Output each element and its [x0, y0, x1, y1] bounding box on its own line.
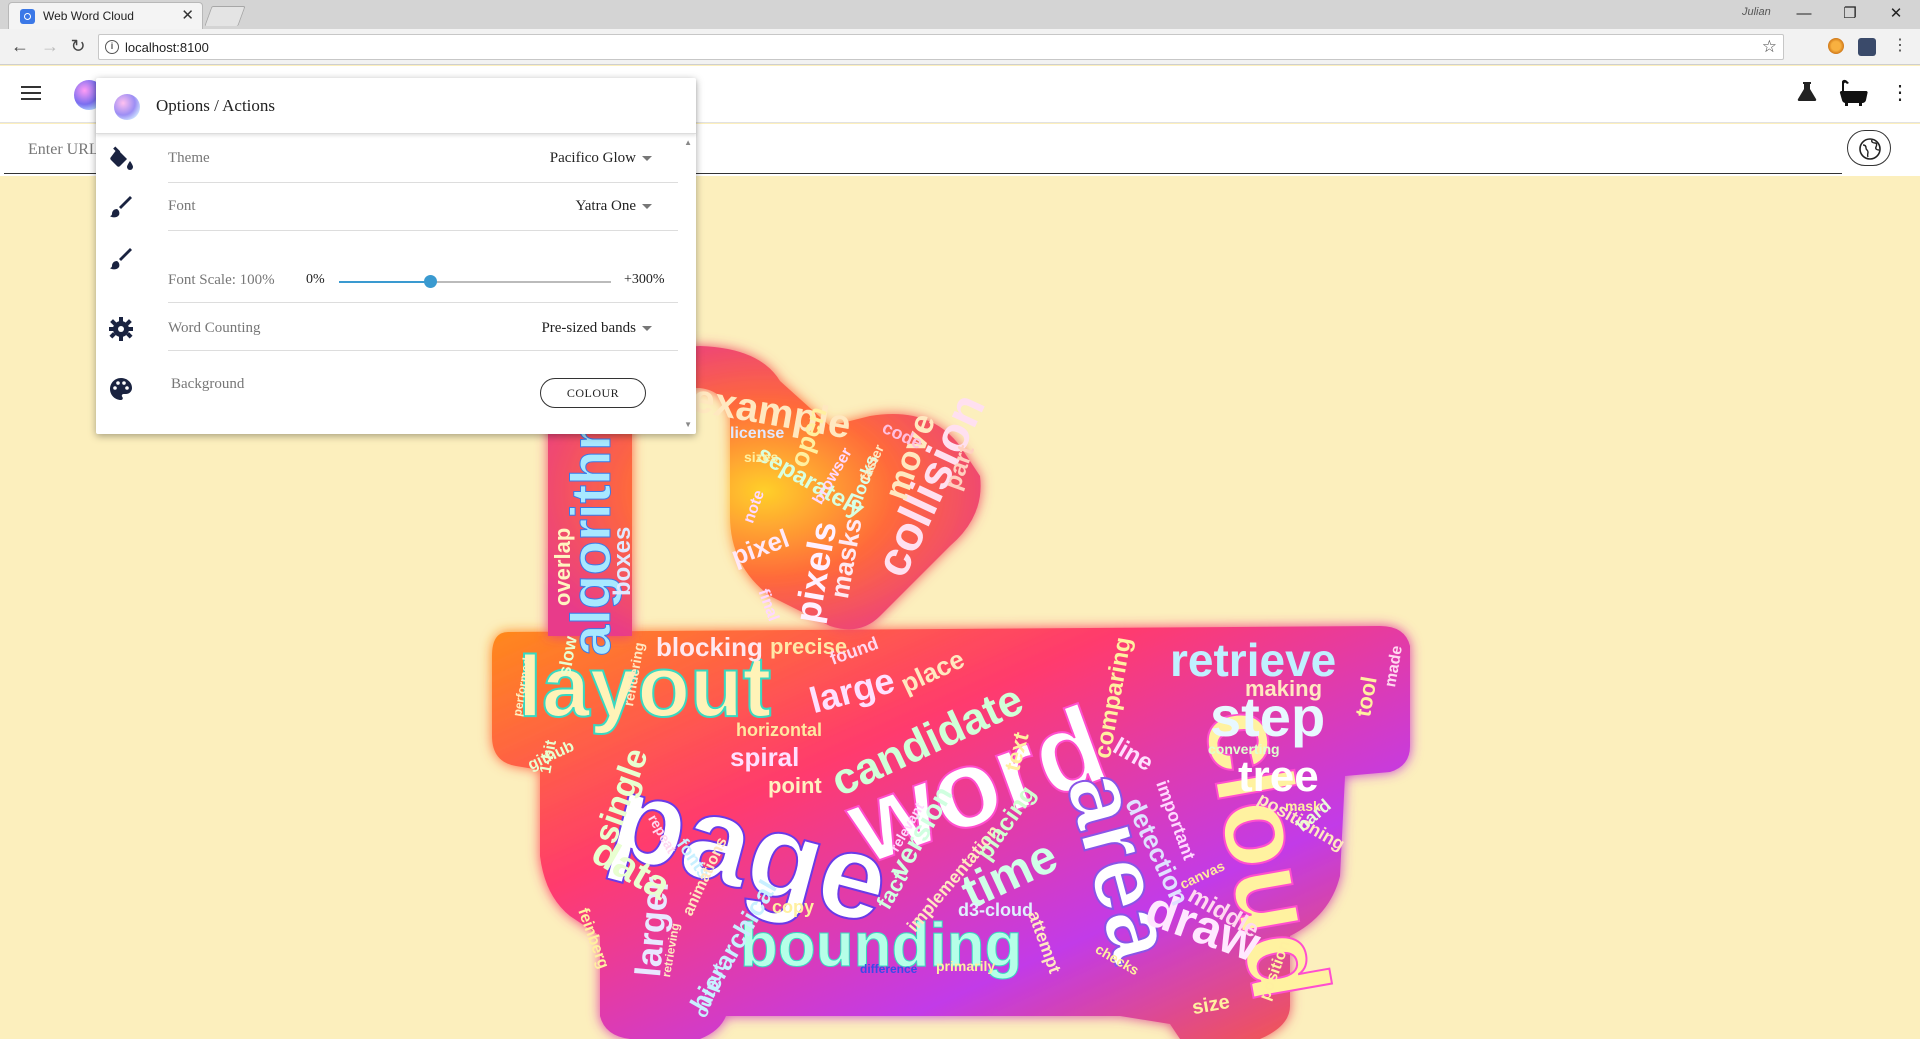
options-panel-title: Options / Actions	[156, 96, 276, 115]
panel-logo	[114, 94, 140, 120]
browser-toolbar: ← → ↻ i localhost:8100 ☆ ⋮	[0, 29, 1920, 65]
paint-bucket-icon	[108, 146, 134, 172]
font-scale-min-label: 0%	[306, 272, 325, 287]
word-counting-label: Word Counting	[168, 320, 261, 336]
brush-icon	[108, 246, 134, 272]
font-scale-slider-knob[interactable]	[423, 275, 437, 288]
extension-icon[interactable]	[1858, 38, 1876, 56]
cloud-word-blocking: blocking	[656, 632, 763, 662]
theme-select[interactable]: Pacifico Glow	[550, 150, 652, 167]
cloud-word-sizes: sizes	[744, 449, 778, 465]
word-counting-select[interactable]: Pre-sized bands	[541, 320, 652, 337]
cloud-word-license: license	[730, 425, 784, 442]
colour-button[interactable]: COLOUR	[540, 378, 646, 408]
background-label: Background	[171, 376, 245, 392]
browser-menu-icon[interactable]: ⋮	[1888, 34, 1912, 58]
palette-icon	[108, 376, 134, 402]
reload-button[interactable]: ↻	[66, 34, 90, 58]
hamburger-menu-icon[interactable]	[21, 86, 41, 102]
cloud-word-horizontal: horizontal	[736, 720, 822, 740]
options-panel-header: Options / Actions	[96, 78, 696, 134]
cloud-word-converting: converting	[1208, 741, 1280, 757]
font-select[interactable]: Yatra One	[575, 198, 652, 215]
new-tab-button[interactable]	[204, 6, 246, 26]
gear-icon	[108, 316, 134, 342]
restore-button[interactable]: ❐	[1830, 2, 1870, 26]
tab-favicon-icon	[20, 9, 35, 24]
tab-close-icon[interactable]: ✕	[181, 6, 194, 24]
divider	[168, 230, 678, 231]
cookie-extension-icon[interactable]	[1828, 38, 1844, 54]
font-scale-label: Font Scale: 100%	[168, 272, 275, 288]
flask-icon[interactable]	[1796, 80, 1818, 108]
address-bar[interactable]: i localhost:8100 ☆	[98, 34, 1784, 60]
divider	[168, 302, 678, 303]
cloud-word-spiral: spiral	[730, 742, 799, 772]
address-url[interactable]: localhost:8100	[125, 40, 209, 55]
font-scale-slider[interactable]	[339, 275, 611, 288]
cloud-word-point: point	[768, 773, 822, 798]
forward-button[interactable]: →	[38, 34, 62, 58]
font-scale-slider-fill	[339, 281, 430, 283]
more-vert-icon[interactable]: ⋮	[1890, 80, 1910, 105]
brush-icon	[108, 194, 134, 220]
theme-label: Theme	[168, 150, 210, 166]
cloud-word-d3-cloud: d3-cloud	[958, 900, 1033, 920]
options-panel: Options / Actions ▲ ▼ Theme Pacifico Glo…	[96, 78, 696, 434]
word-counting-row[interactable]: Word Counting Pre-sized bands	[96, 304, 676, 352]
theme-row[interactable]: Theme Pacifico Glow	[96, 134, 676, 184]
panel-scroll-down-icon[interactable]: ▼	[684, 420, 692, 429]
site-info-icon[interactable]: i	[105, 40, 119, 54]
font-scale-row: Font Scale: 100% 0% +300%	[96, 234, 676, 298]
minimize-button[interactable]: —	[1784, 2, 1824, 26]
font-label: Font	[168, 198, 196, 214]
panel-scroll-up-icon[interactable]: ▲	[684, 138, 692, 147]
cloud-word-making: making	[1245, 676, 1322, 701]
tab-title: Web Word Cloud	[43, 9, 134, 23]
divider	[168, 350, 678, 351]
font-scale-max-label: +300%	[624, 272, 665, 287]
cloud-word-copy: copy	[772, 897, 814, 917]
bathtub-icon[interactable]	[1838, 78, 1868, 112]
globe-icon	[1859, 138, 1881, 160]
profile-name[interactable]: Julian	[1742, 6, 1771, 18]
browser-tab-strip: Web Word Cloud ✕ Julian — ❐ ✕	[0, 0, 1920, 29]
cloud-word-overlap: overlap	[550, 528, 575, 606]
browser-tab[interactable]: Web Word Cloud ✕	[8, 2, 203, 29]
close-window-button[interactable]: ✕	[1876, 2, 1916, 26]
cloud-word-tree: tree	[1238, 752, 1319, 801]
cloud-word-primarily: primarily	[936, 958, 995, 974]
globe-button[interactable]	[1847, 130, 1891, 166]
back-button[interactable]: ←	[8, 34, 32, 58]
font-row[interactable]: Font Yatra One	[96, 184, 676, 234]
cloud-word-difference: difference	[860, 962, 918, 976]
bookmark-star-icon[interactable]: ☆	[1762, 37, 1777, 57]
divider	[168, 182, 678, 183]
cloud-word-boxes: boxes	[609, 527, 636, 596]
